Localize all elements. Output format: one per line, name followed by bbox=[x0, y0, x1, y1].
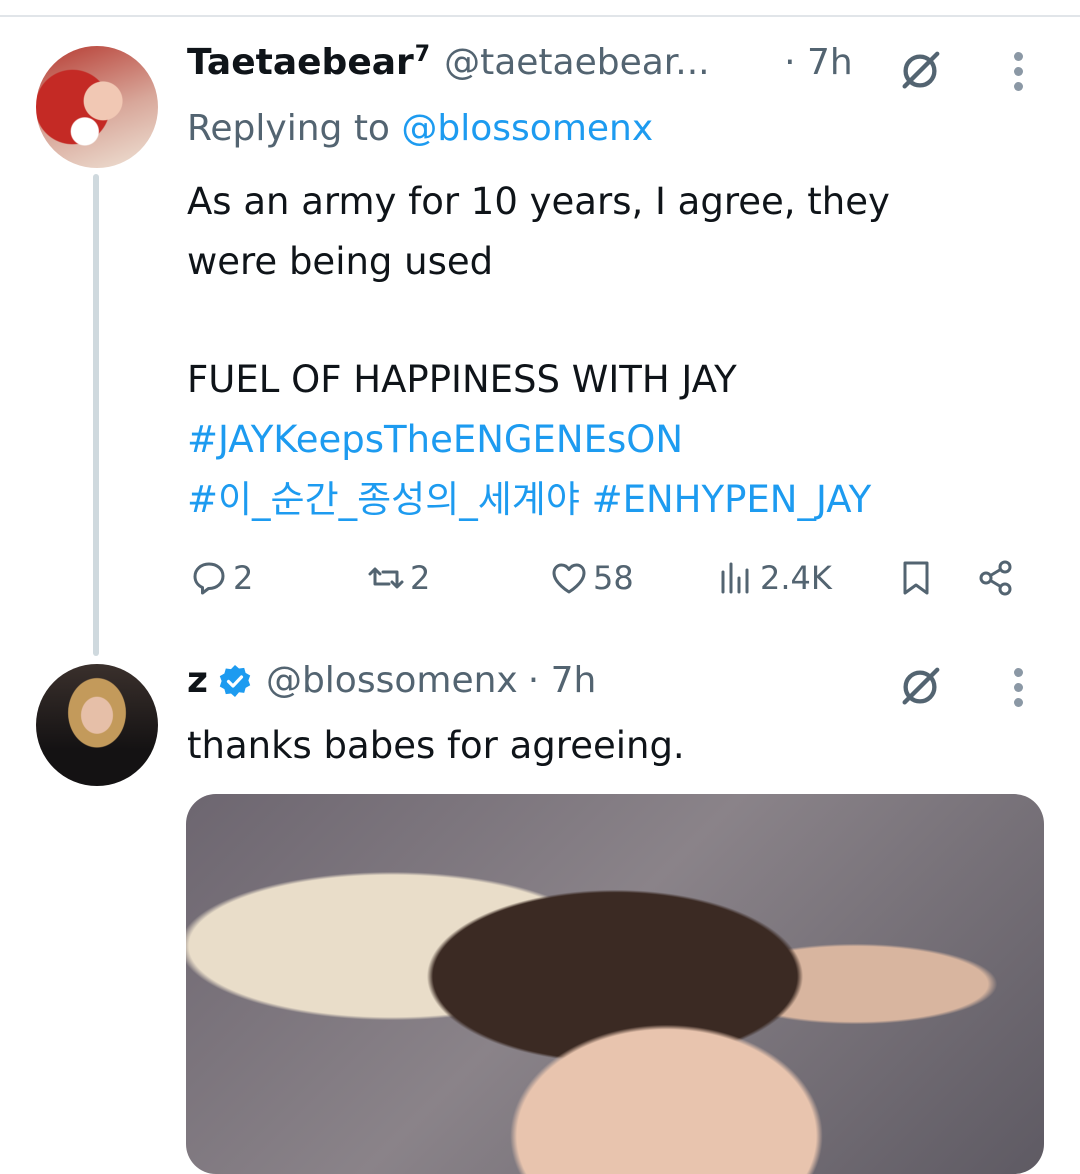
thread-line bbox=[93, 174, 99, 656]
like-button[interactable]: 58 bbox=[549, 558, 634, 598]
tweet-text: thanks babes for agreeing. bbox=[187, 724, 685, 767]
tweet-media-image[interactable] bbox=[186, 794, 1044, 1174]
timestamp[interactable]: · 7h bbox=[528, 660, 597, 701]
hashtag-link[interactable]: #JAYKeepsTheENGENEsON bbox=[187, 410, 683, 470]
reply-mention-link[interactable]: @blossomenx bbox=[401, 108, 653, 149]
share-icon bbox=[979, 560, 1012, 596]
like-count: 58 bbox=[593, 559, 634, 597]
views-icon bbox=[721, 562, 749, 594]
handle[interactable]: @taetaebear... bbox=[444, 42, 744, 83]
heart-icon bbox=[552, 563, 586, 594]
replying-to: Replying to @blossomenx bbox=[187, 108, 654, 149]
tweet-text: As an army for 10 years, I agree, they w… bbox=[187, 172, 890, 292]
avatar[interactable] bbox=[36, 664, 158, 786]
top-divider bbox=[0, 15, 1080, 17]
bookmark-icon bbox=[903, 561, 929, 595]
avatar[interactable] bbox=[36, 46, 158, 168]
reply-icon bbox=[193, 562, 225, 595]
more-options-icon[interactable] bbox=[1014, 52, 1026, 97]
grok-icon[interactable] bbox=[897, 664, 943, 710]
timestamp[interactable]: · 7h bbox=[784, 42, 853, 83]
views-count: 2.4K bbox=[760, 559, 832, 597]
tweet-text-line: As an army for 10 years, I agree, they bbox=[187, 180, 890, 223]
grok-icon[interactable] bbox=[897, 48, 943, 94]
reply-button[interactable]: 2 bbox=[189, 558, 253, 598]
retweet-icon bbox=[368, 567, 404, 589]
hashtag-link[interactable]: #이_순간_종성의_세계야 #ENHYPEN_JAY bbox=[187, 470, 871, 530]
tweet-text-line: FUEL OF HAPPINESS WITH JAY bbox=[187, 358, 737, 401]
bookmark-button[interactable] bbox=[896, 558, 940, 598]
display-name[interactable]: Taetaebear7 bbox=[187, 42, 430, 83]
more-options-icon[interactable] bbox=[1014, 668, 1026, 713]
display-name[interactable]: z bbox=[187, 660, 208, 701]
retweet-count: 2 bbox=[410, 559, 431, 597]
tweet-header: Taetaebear7 @taetaebear... · 7h bbox=[187, 42, 853, 83]
share-button[interactable] bbox=[976, 558, 1020, 598]
name-badge: 7 bbox=[414, 42, 431, 67]
handle[interactable]: @blossomenx bbox=[266, 660, 518, 701]
tweet-header: z @blossomenx · 7h bbox=[187, 660, 596, 701]
tweet-text-line: were being used bbox=[187, 240, 494, 283]
reply-count: 2 bbox=[233, 559, 254, 597]
retweet-button[interactable]: 2 bbox=[366, 558, 430, 598]
verified-badge-icon bbox=[219, 664, 251, 697]
views-button[interactable]: 2.4K bbox=[716, 558, 832, 598]
